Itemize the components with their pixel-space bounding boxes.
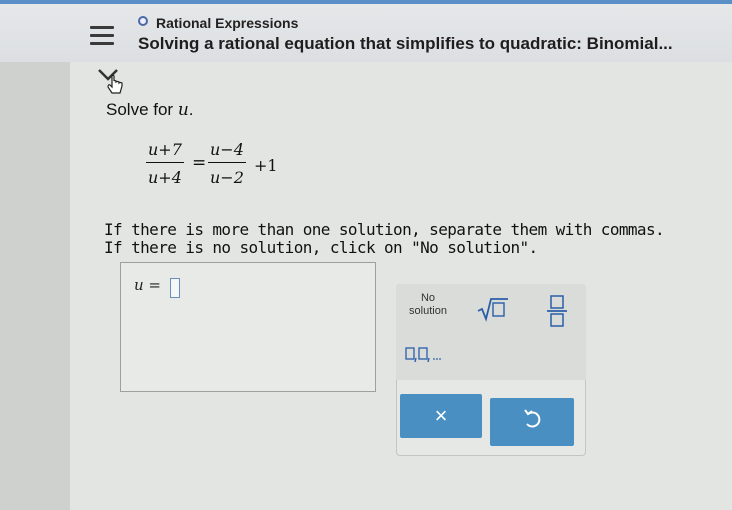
instruction-none: If there is no solution, click on "No so… xyxy=(104,238,538,257)
no-solution-label-line2: solution xyxy=(409,305,447,317)
prompt-variable: u xyxy=(177,100,189,120)
left-fraction: u+7 u+4 xyxy=(146,140,184,187)
left-numerator: u+7 xyxy=(146,140,184,163)
hamburger-menu-icon[interactable] xyxy=(90,26,114,45)
right-numerator: u−4 xyxy=(208,140,246,163)
prompt-prefix: Solve for xyxy=(106,100,174,119)
comma-list-icon[interactable] xyxy=(404,344,454,364)
pointer-hand-icon xyxy=(107,74,123,94)
fraction-icon[interactable] xyxy=(545,292,569,330)
left-denominator: u+4 xyxy=(148,168,182,187)
answer-label: u = xyxy=(134,276,161,294)
right-denominator: u−2 xyxy=(210,168,244,187)
problem-prompt: Solve for u. xyxy=(106,100,194,120)
square-root-icon[interactable] xyxy=(476,296,510,322)
header-bar: Rational Expressions Solving a rational … xyxy=(0,0,732,62)
plus-one-term: +1 xyxy=(254,156,278,175)
instruction-multiple: If there is more than one solution, sepa… xyxy=(104,220,665,239)
undo-icon xyxy=(524,409,541,428)
answer-input[interactable] xyxy=(170,278,180,298)
no-solution-button[interactable]: No solution xyxy=(402,292,454,318)
header-accent-line xyxy=(0,0,732,4)
close-icon: × xyxy=(434,403,448,428)
prompt-suffix: . xyxy=(188,100,194,119)
right-fraction: u−4 u−2 xyxy=(208,140,246,187)
lesson-subtitle: Solving a rational equation that simplif… xyxy=(138,34,673,53)
equals-sign: = xyxy=(192,153,207,173)
no-solution-label-line1: No xyxy=(420,292,436,304)
topic-title: Rational Expressions xyxy=(156,15,299,31)
undo-button[interactable] xyxy=(490,398,574,446)
clear-button[interactable]: × xyxy=(400,394,482,438)
topic-status-icon xyxy=(138,16,148,26)
